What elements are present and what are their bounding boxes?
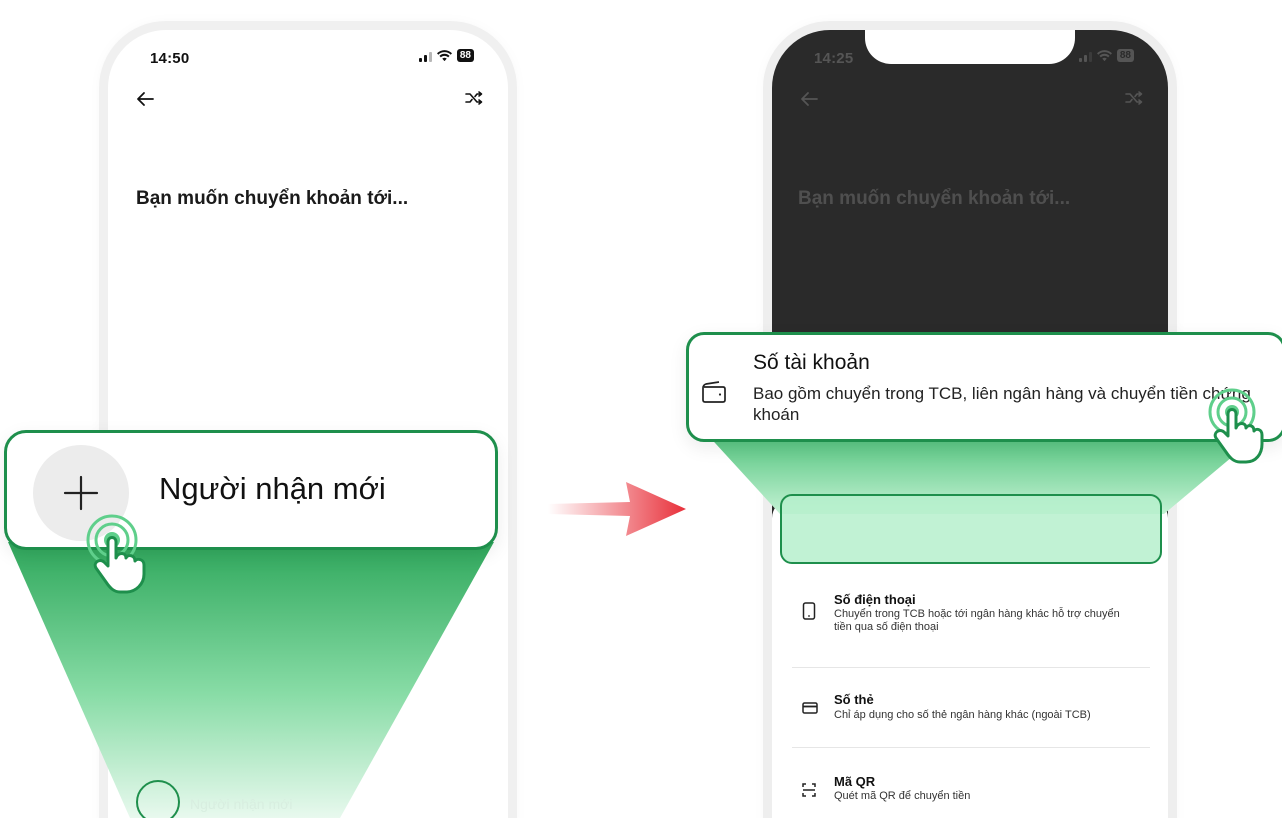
wifi-icon xyxy=(1096,49,1112,61)
option-title: Số điện thoại xyxy=(834,592,916,607)
option-description: Quét mã QR để chuyển tiền xyxy=(834,790,971,802)
account-number-title: Số tài khoản xyxy=(753,351,870,374)
tap-gesture-icon xyxy=(86,514,146,594)
option-qr-code[interactable]: Mã QR Quét mã QR để chuyển tiền xyxy=(792,748,1150,818)
option-title: Số thẻ xyxy=(834,692,874,707)
status-icons: 88 xyxy=(418,49,474,62)
battery-indicator: 88 xyxy=(456,49,474,62)
shuffle-icon[interactable] xyxy=(464,88,484,108)
page-title: Bạn muốn chuyển khoản tới... xyxy=(798,188,1071,209)
status-time: 14:25 xyxy=(814,50,854,67)
option-description: Chuyển trong TCB hoặc tới ngân hàng khác… xyxy=(834,608,1120,633)
new-recipient-callout-label: Người nhận mới xyxy=(159,471,386,506)
option-card-number[interactable]: Số thẻ Chỉ áp dụng cho số thẻ ngân hàng … xyxy=(792,668,1150,748)
page-title: Bạn muốn chuyển khoản tới... xyxy=(136,188,409,209)
transition-arrow-icon xyxy=(548,482,686,536)
shuffle-icon[interactable] xyxy=(1124,88,1144,108)
new-recipient-label: Người nhận mới xyxy=(190,796,293,812)
account-number-callout[interactable]: Số tài khoản Bao gồm chuyển trong TCB, l… xyxy=(686,332,1282,442)
back-arrow-icon[interactable] xyxy=(798,88,820,110)
phone-notch xyxy=(203,30,413,64)
left-phone-screen: 14:50 88 Bạn muốn chuyển khoản tới... xyxy=(108,30,508,818)
back-arrow-icon[interactable] xyxy=(134,88,156,110)
qr-scan-icon xyxy=(802,783,816,797)
new-recipient-plus-button[interactable] xyxy=(136,780,180,818)
phone-icon xyxy=(802,602,816,620)
account-number-highlight[interactable] xyxy=(780,494,1162,564)
tap-gesture-icon xyxy=(1208,388,1264,464)
signal-icon xyxy=(1078,50,1092,62)
wallet-icon xyxy=(702,381,726,403)
card-icon xyxy=(802,702,818,714)
option-title: Mã QR xyxy=(834,774,876,789)
status-time: 14:50 xyxy=(150,50,190,67)
status-icons: 88 xyxy=(1078,49,1134,62)
wifi-icon xyxy=(436,49,452,61)
signal-icon xyxy=(418,50,432,62)
new-recipient-callout[interactable]: Người nhận mới xyxy=(4,430,498,550)
phone-notch xyxy=(865,30,1075,64)
option-description: Chỉ áp dụng cho số thẻ ngân hàng khác (n… xyxy=(834,709,1091,721)
option-phone-number[interactable]: Số điện thoại Chuyển trong TCB hoặc tới … xyxy=(792,586,1150,668)
battery-indicator: 88 xyxy=(1116,49,1134,62)
